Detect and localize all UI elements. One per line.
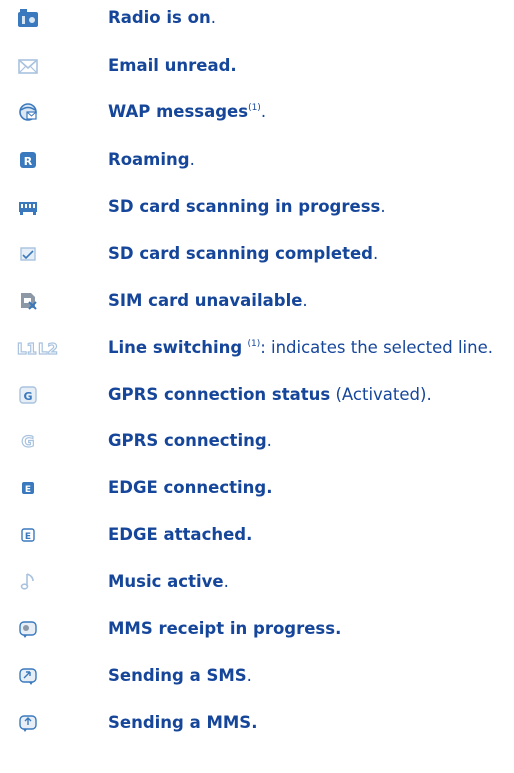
item-description: EDGE connecting.	[108, 473, 272, 503]
svg-text:E: E	[25, 532, 31, 542]
item-label: Radio is on	[108, 8, 211, 27]
list-item: G GPRS connecting.	[0, 426, 514, 456]
list-item: Sending a SMS.	[0, 661, 514, 691]
item-description: WAP messages(1).	[108, 97, 266, 127]
svg-text:E: E	[25, 485, 31, 495]
sending-mms-icon	[16, 712, 40, 734]
item-label: WAP messages	[108, 102, 249, 121]
email-unread-icon	[16, 55, 40, 77]
footnote-marker: (1)	[248, 103, 261, 113]
list-item: G GPRS connection status (Activated).	[0, 380, 514, 410]
item-label: Roaming	[108, 150, 190, 169]
item-label: GPRS connecting	[108, 431, 267, 450]
mms-receipt-icon	[16, 618, 40, 640]
wap-message-icon	[16, 101, 40, 123]
item-suffix: : indicates the selected line.	[260, 338, 493, 357]
item-suffix: .	[380, 197, 386, 216]
item-description: Sending a SMS.	[108, 661, 252, 691]
item-label: Sending a SMS	[108, 666, 247, 685]
item-label: Music active	[108, 572, 224, 591]
sending-sms-icon	[16, 665, 40, 687]
list-item: E EDGE attached.	[0, 520, 514, 550]
item-label: MMS receipt in progress.	[108, 619, 342, 638]
svg-text:G: G	[21, 432, 34, 451]
line-switching-icon: L1 L2	[16, 337, 58, 359]
list-item: R Roaming.	[0, 145, 514, 175]
list-item: L1 L2 Line switching (1): indicates the s…	[0, 333, 514, 363]
item-suffix: .	[426, 385, 432, 404]
footnote-marker: (1)	[247, 339, 261, 349]
item-description: Roaming.	[108, 145, 195, 175]
item-description: GPRS connection status (Activated).	[108, 380, 432, 410]
item-description: Line switching (1): indicates the select…	[108, 333, 493, 363]
list-item: Email unread.	[0, 51, 514, 81]
list-item: MMS receipt in progress.	[0, 614, 514, 644]
svg-text:R: R	[24, 155, 33, 168]
item-suffix: .	[210, 8, 216, 27]
sd-card-scan-completed-icon	[16, 243, 40, 265]
item-description: Sending a MMS.	[108, 708, 257, 738]
svg-text:L2: L2	[38, 340, 58, 358]
item-label: EDGE connecting.	[108, 478, 273, 497]
item-description: Email unread.	[108, 51, 237, 81]
list-item: SIM card unavailable.	[0, 286, 514, 316]
item-suffix: .	[246, 666, 252, 685]
item-description: Music active.	[108, 567, 229, 597]
edge-attached-icon: E	[16, 524, 40, 546]
item-label: Sending a MMS.	[108, 713, 258, 732]
item-detail: (Activated)	[330, 385, 427, 404]
svg-text:L1: L1	[17, 340, 37, 358]
list-item: Music active.	[0, 567, 514, 597]
list-item: SD card scanning completed.	[0, 239, 514, 269]
list-item: WAP messages(1).	[0, 97, 514, 127]
item-label: GPRS connection status	[108, 385, 331, 404]
item-label: SD card scanning in progress	[108, 197, 381, 216]
list-item: SD card scanning in progress.	[0, 192, 514, 222]
gprs-status-icon: G	[16, 384, 40, 406]
item-label: Email unread.	[108, 56, 237, 75]
item-label: SIM card unavailable	[108, 291, 303, 310]
music-active-icon	[16, 571, 40, 593]
list-item: E EDGE connecting.	[0, 473, 514, 503]
item-label: EDGE attached.	[108, 525, 253, 544]
item-description: SIM card unavailable.	[108, 286, 308, 316]
item-label: SD card scanning completed	[108, 244, 373, 263]
gprs-connecting-icon: G	[16, 430, 40, 452]
item-suffix: .	[372, 244, 379, 263]
list-item: Sending a MMS.	[0, 708, 514, 738]
item-suffix: .	[260, 102, 267, 121]
item-label: Line switching	[108, 338, 243, 357]
item-suffix: .	[189, 150, 195, 169]
item-suffix: .	[223, 572, 229, 591]
sd-card-scanning-icon	[16, 196, 40, 218]
radio-icon	[16, 7, 40, 29]
list-item: Radio is on.	[0, 3, 514, 33]
item-description: GPRS connecting.	[108, 426, 272, 456]
item-description: Radio is on.	[108, 3, 216, 33]
edge-connecting-icon: E	[16, 477, 40, 499]
item-suffix: .	[266, 431, 272, 450]
item-suffix: .	[302, 291, 308, 310]
item-description: SD card scanning completed.	[108, 239, 378, 269]
item-description: MMS receipt in progress.	[108, 614, 341, 644]
item-description: SD card scanning in progress.	[108, 192, 386, 222]
item-description: EDGE attached.	[108, 520, 252, 550]
svg-text:G: G	[23, 390, 32, 403]
sim-unavailable-icon	[16, 290, 40, 312]
roaming-icon: R	[16, 149, 40, 171]
